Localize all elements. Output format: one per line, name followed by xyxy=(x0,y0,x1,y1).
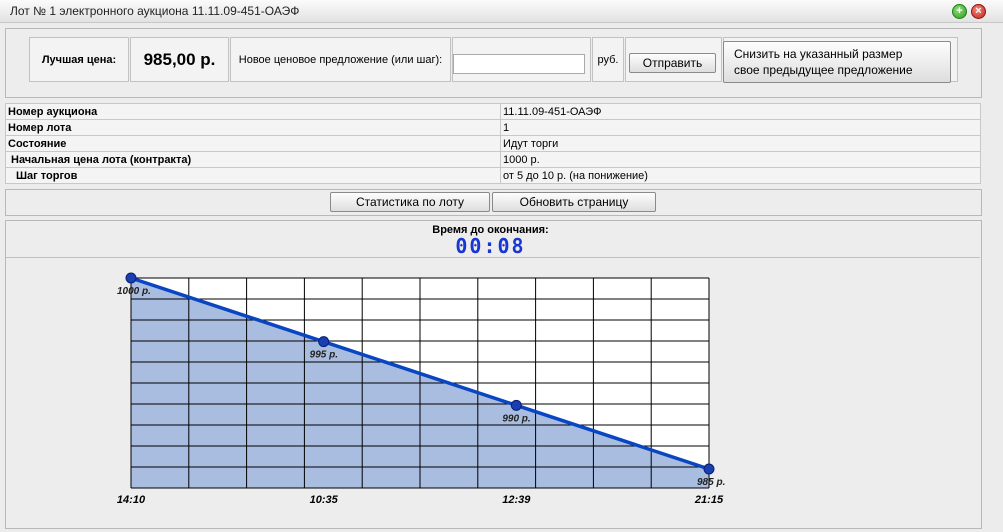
data-point xyxy=(510,399,522,411)
data-label: 990 р. xyxy=(502,413,530,424)
data-label: 985 р. xyxy=(697,477,725,488)
x-tick-label: 12:39 xyxy=(502,494,531,506)
price-chart: 1000 р. 14:10 995 р. 10:35 990 р. 12:39 985 р.… xyxy=(117,272,725,506)
data-label: 995 р. xyxy=(310,350,338,361)
x-tick-label: 10:35 xyxy=(310,494,339,506)
data-point xyxy=(703,463,715,475)
data-label: 1000 р. xyxy=(117,286,151,297)
data-point xyxy=(318,336,330,348)
data-point xyxy=(125,272,137,284)
x-tick-label: 14:10 xyxy=(117,494,146,506)
x-tick-label: 21:15 xyxy=(694,494,724,506)
